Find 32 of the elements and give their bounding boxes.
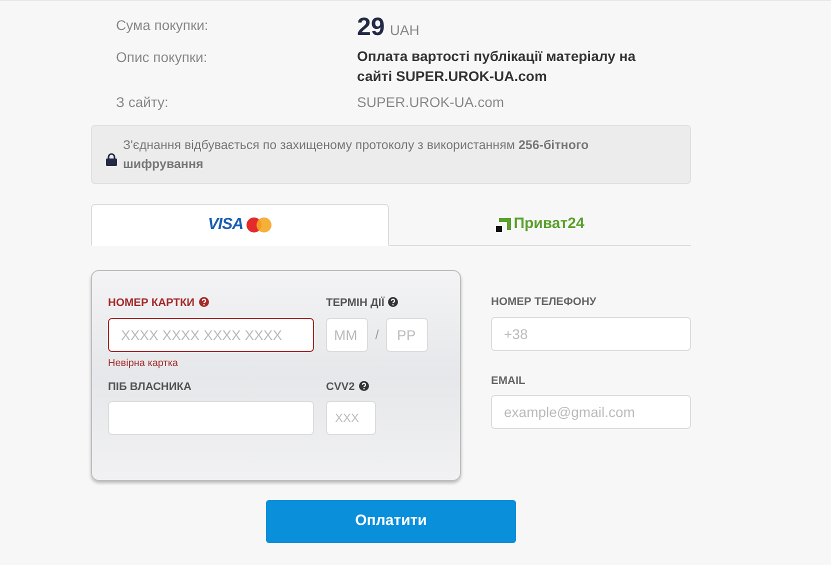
summary-value: Оплата вартості публікації матеріалу на сайті SUPER.UROK-UA.com <box>357 47 637 86</box>
contact-label: НОМЕР ТЕЛЕФОНУ <box>491 295 598 310</box>
card-number-label: НОМЕР КАРТКИ <box>108 295 314 312</box>
pay-button[interactable]: Оплатити <box>266 500 516 543</box>
expiry-label: ТЕРМІН ДІЇ <box>326 295 428 312</box>
help-icon[interactable] <box>388 297 398 307</box>
card-logo-icon <box>246 217 272 233</box>
help-icon[interactable] <box>358 380 369 390</box>
month-field[interactable]: ММ <box>326 318 368 352</box>
summary-label: Опис покупки: <box>116 48 208 67</box>
year-field[interactable]: РР <box>386 318 428 352</box>
contact-field[interactable]: example@gmail.com <box>491 395 691 429</box>
date-separator: / <box>374 326 380 344</box>
lock-icon <box>106 153 117 166</box>
security-text: З'єднання відбувається по захищеному протоколу з використанням 256-бітного шифрування <box>123 136 590 173</box>
cvv-field[interactable]: XXX <box>326 401 376 435</box>
summary-label: З сайту: <box>116 93 170 112</box>
holder-label: ПІБ ВЛАСНИКА <box>108 380 192 394</box>
bank-logo-icon <box>496 216 512 232</box>
help-icon[interactable] <box>198 297 209 307</box>
payment-tab[interactable]: Приват24 <box>389 204 691 245</box>
summary-value: SUPER.UROK-UA.com <box>357 93 504 112</box>
cvv-label: CVV2 <box>326 378 376 395</box>
amount-value: 29 <box>357 13 385 41</box>
payment-tab[interactable]: VISA <box>91 204 389 246</box>
holder-name-field[interactable] <box>108 401 314 435</box>
error-message: Невірна картка <box>108 356 179 370</box>
contact-field[interactable]: +38 <box>491 316 691 350</box>
card-number-field[interactable]: XXXX XXXX XXXX XXXX <box>108 318 314 352</box>
contact-label: EMAIL <box>491 374 526 388</box>
summary-label: Сума покупки: <box>116 16 210 35</box>
currency-label: UAH <box>390 21 420 40</box>
